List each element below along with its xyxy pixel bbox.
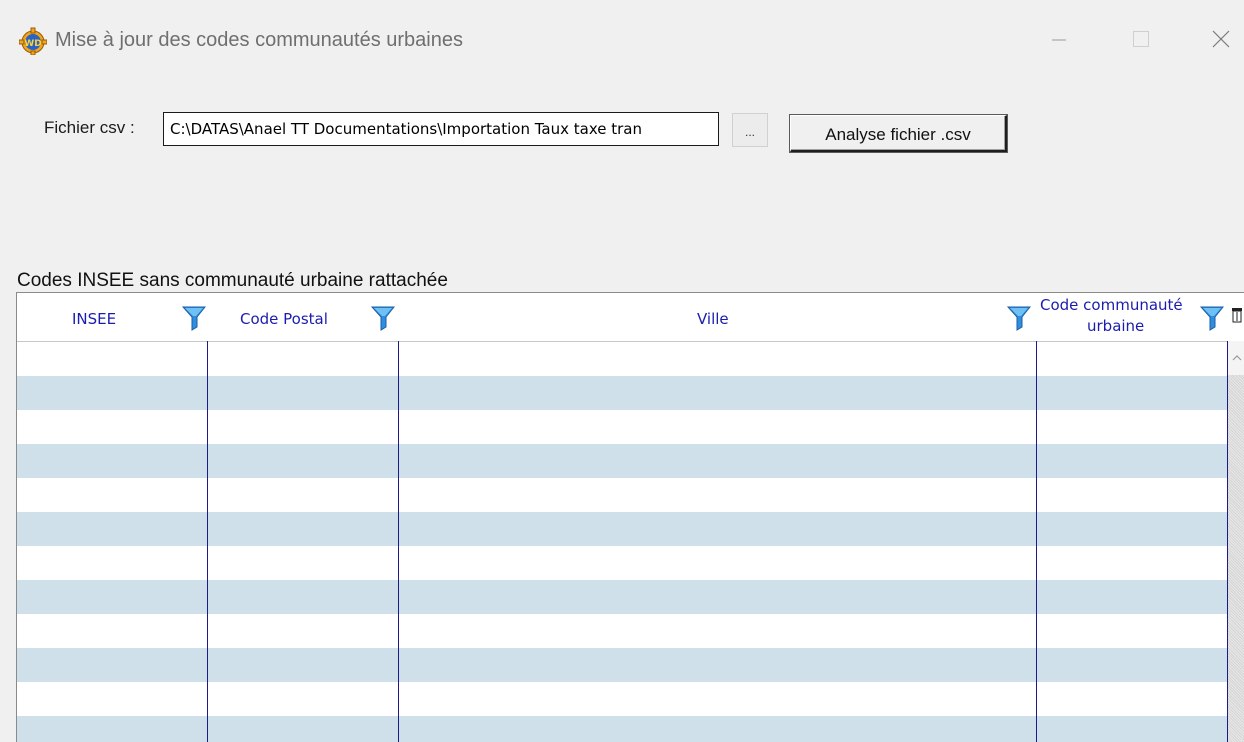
filter-funnel-icon[interactable] (1007, 305, 1031, 331)
scroll-up-button[interactable] (1228, 341, 1244, 375)
column-label-insee: INSEE (72, 310, 117, 328)
filter-funnel-icon[interactable] (1200, 305, 1224, 331)
analyse-csv-button[interactable]: Analyse fichier .csv (790, 115, 1007, 152)
column-header-insee[interactable]: INSEE (17, 293, 207, 341)
maximize-button[interactable] (1123, 22, 1159, 56)
column-divider (207, 341, 208, 742)
filter-funnel-icon[interactable] (182, 305, 206, 331)
minimize-button[interactable] (1041, 22, 1077, 56)
csv-path-input[interactable]: C:\DATAS\Anael TT Documentations\Importa… (163, 112, 719, 146)
table-row[interactable] (17, 376, 1227, 410)
column-header-ville[interactable]: Ville (399, 293, 1036, 341)
column-picker-icon[interactable] (1231, 307, 1243, 323)
insee-table[interactable]: INSEE Code Postal Ville Code communauté … (16, 292, 1244, 742)
column-divider (1036, 341, 1037, 742)
column-header-code-postal[interactable]: Code Postal (208, 293, 398, 341)
table-row[interactable] (17, 546, 1227, 580)
maximize-icon (1133, 31, 1149, 47)
table-row[interactable] (17, 444, 1227, 478)
column-label-code-postal: Code Postal (240, 310, 328, 328)
table-row[interactable] (17, 682, 1227, 716)
vertical-scrollbar[interactable] (1227, 341, 1244, 742)
table-row[interactable] (17, 716, 1227, 742)
table-row[interactable] (17, 410, 1227, 444)
close-icon (1212, 30, 1230, 48)
table-row[interactable] (17, 512, 1227, 546)
filter-funnel-icon[interactable] (371, 305, 395, 331)
csv-file-label: Fichier csv : (44, 118, 135, 137)
browse-button[interactable]: ... (732, 113, 768, 147)
window: WD Mise à jour des codes communautés urb… (0, 0, 1244, 742)
title-bar: WD Mise à jour des codes communautés urb… (0, 0, 1244, 66)
table-header: INSEE Code Postal Ville Code communauté … (17, 293, 1244, 342)
table-caption: Codes INSEE sans communauté urbaine ratt… (17, 270, 448, 291)
minimize-icon (1052, 39, 1066, 41)
column-label-code-communaute-line1: Code communauté (1040, 296, 1183, 314)
chevron-up-icon (1232, 355, 1242, 361)
windev-gear-icon: WD (19, 27, 47, 55)
table-row[interactable] (17, 342, 1227, 376)
svg-text:WD: WD (24, 39, 41, 49)
table-body[interactable] (17, 342, 1227, 742)
column-header-code-communaute[interactable]: Code communauté urbaine (1037, 293, 1227, 341)
table-row[interactable] (17, 648, 1227, 682)
window-title: Mise à jour des codes communautés urbain… (55, 29, 463, 51)
table-row[interactable] (17, 478, 1227, 512)
column-label-code-communaute-line2: urbaine (1087, 317, 1145, 335)
table-row[interactable] (17, 580, 1227, 614)
table-row[interactable] (17, 614, 1227, 648)
close-button[interactable] (1203, 22, 1239, 56)
column-divider (398, 341, 399, 742)
column-label-ville: Ville (697, 310, 729, 328)
